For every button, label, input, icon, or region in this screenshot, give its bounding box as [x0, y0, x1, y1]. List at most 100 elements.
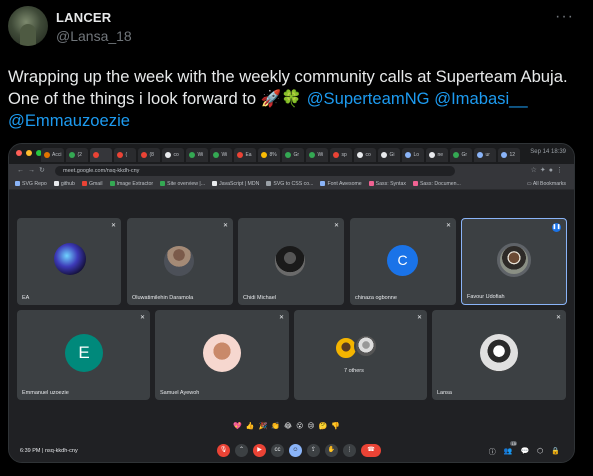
- participant-name: Samuel Ayewoh: [160, 390, 200, 396]
- author-handle[interactable]: @Lansa_18: [56, 28, 132, 44]
- participant-tile-chinaza[interactable]: ✕ C chinaza ogbonne: [350, 218, 456, 305]
- participant-tile-others[interactable]: ✕ 7 others: [294, 310, 427, 400]
- captions-button[interactable]: cc: [271, 444, 284, 457]
- browser-tab[interactable]: co: [162, 148, 185, 162]
- bookmark-item[interactable]: SVG Repo: [15, 181, 47, 187]
- browser-tab[interactable]: Lo: [402, 148, 425, 162]
- info-icon[interactable]: ⓘ: [489, 447, 496, 457]
- tweet-text: Wrapping up the week with the weekly com…: [8, 66, 586, 132]
- browser-tab[interactable]: (8: [138, 148, 161, 162]
- people-icon[interactable]: 👥 15: [504, 441, 518, 457]
- leave-call-button[interactable]: ☎: [361, 444, 381, 457]
- browser-tab[interactable]: Gi: [378, 148, 401, 162]
- bookmark-item[interactable]: JavaScript | MDN: [212, 181, 259, 187]
- participant-tile-favour[interactable]: ❚❚ Favour Udofiah: [461, 218, 567, 305]
- url-field[interactable]: meet.google.com/nsq-kkdh-cny: [55, 166, 455, 176]
- bookmark-icon: [15, 181, 20, 186]
- participant-tile-samuel[interactable]: ✕ Samuel Ayewoh: [155, 310, 289, 400]
- browser-tab[interactable]: Wi: [186, 148, 209, 162]
- forward-icon[interactable]: →: [28, 167, 39, 174]
- browser-tab[interactable]: 12: [498, 148, 521, 162]
- profile-icon[interactable]: ●: [549, 167, 556, 174]
- bookmark-item[interactable]: SVG to CSS co...: [266, 181, 313, 187]
- mic-off-icon: ✕: [222, 223, 228, 229]
- mention-emmauzoezie[interactable]: @Emmauzoezie: [8, 111, 130, 130]
- browser-tab[interactable]: [90, 148, 113, 162]
- bookmark-item[interactable]: Site overview |...: [160, 181, 205, 187]
- browser-tab[interactable]: ne: [426, 148, 449, 162]
- nav-icons: ←→↻: [17, 166, 49, 174]
- mic-toggle-button[interactable]: 🎙: [217, 444, 230, 457]
- browser-tab[interactable]: Ea: [234, 148, 257, 162]
- browser-tab[interactable]: Wi: [306, 148, 329, 162]
- bookmark-label: JavaScript | MDN: [219, 180, 260, 187]
- browser-tab[interactable]: sp: [330, 148, 353, 162]
- bookmark-item[interactable]: Sass: Syntax: [368, 181, 406, 187]
- more-options-icon[interactable]: ···: [555, 8, 574, 26]
- browser-tab[interactable]: Acci: [41, 148, 65, 162]
- tweet-media-image[interactable]: Acci (2((8 co Wi Wi Ea 8% Gr Wi sp co Gi Lo ne Gr ur 12 …: [8, 143, 575, 463]
- present-button[interactable]: ⇪: [307, 444, 320, 457]
- bookmark-label: SVG Repo: [22, 180, 47, 187]
- reaction-emoji-button[interactable]: 😮: [296, 422, 303, 430]
- bookmark-label: Font Awesome: [327, 180, 362, 187]
- browser-tab[interactable]: (2: [66, 148, 89, 162]
- more-options-button[interactable]: ⋮: [343, 444, 356, 457]
- bookmark-item[interactable]: Sass: Documen...: [412, 181, 461, 187]
- reaction-emoji-button[interactable]: 👎: [331, 422, 340, 430]
- reaction-emoji-button[interactable]: 💖: [233, 422, 242, 430]
- bookmark-label: Gmail: [88, 180, 103, 187]
- window-controls: [16, 150, 42, 156]
- browser-tab[interactable]: Gr: [282, 148, 305, 162]
- all-bookmarks-link[interactable]: ▭ All Bookmarks: [527, 181, 566, 187]
- browser-tab[interactable]: (: [114, 148, 137, 162]
- chat-icon[interactable]: 💬: [520, 447, 529, 457]
- lock-icon[interactable]: 🔒: [551, 447, 560, 457]
- raise-hand-button[interactable]: ✋: [325, 444, 338, 457]
- mention-superteamng[interactable]: @SuperteamNG: [307, 89, 430, 108]
- participant-tile-lansa[interactable]: ✕ Lansa: [432, 310, 566, 400]
- browser-tab-strip: Acci (2((8 co Wi Wi Ea 8% Gr Wi sp co Gi Lo ne Gr ur 12 …: [9, 144, 574, 164]
- menu-icon[interactable]: ⋮: [556, 167, 566, 174]
- browser-tab[interactable]: 8%: [258, 148, 281, 162]
- reaction-emoji-button[interactable]: 😂: [284, 422, 292, 430]
- others-count-label: 7 others: [344, 368, 364, 374]
- tab-favicon-icon: [69, 152, 76, 158]
- bookmark-item[interactable]: Font Awesome: [320, 180, 362, 187]
- participant-name: Emmanuel uzoezie: [22, 390, 69, 396]
- author-name[interactable]: LANCER: [56, 10, 111, 25]
- participant-tile-emmanuel[interactable]: ✕ E Emmanuel uzoezie: [17, 310, 150, 400]
- back-icon[interactable]: ←: [17, 167, 28, 174]
- browser-tab[interactable]: ur: [474, 148, 497, 162]
- minimize-window-icon[interactable]: [26, 150, 32, 156]
- camera-toggle-button[interactable]: ▶: [253, 444, 266, 457]
- reaction-emoji-button[interactable]: 🤔: [319, 422, 328, 430]
- browser-tab[interactable]: co: [354, 148, 377, 162]
- bookmark-item[interactable]: Gmail: [81, 180, 103, 187]
- reaction-emoji-button[interactable]: 👏: [271, 422, 280, 430]
- mention-imabasi[interactable]: @Imabasi__: [434, 89, 527, 108]
- browser-tab[interactable]: Gr: [450, 148, 473, 162]
- star-icon[interactable]: ☆: [531, 167, 540, 174]
- bookmark-icon: [368, 181, 374, 186]
- reaction-emoji-button[interactable]: 👍: [246, 422, 255, 430]
- participant-tile-oluwatimilehin[interactable]: ✕ Oluwatimilehin Daramola: [127, 218, 233, 305]
- meet-control-bar: 6:39 PM | nsq-kkdh-cny 🎙 ⌃ ▶ cc ☺ ⇪ ✋ ⋮ …: [9, 438, 574, 462]
- participant-tile-ea[interactable]: ✕ EA: [17, 218, 121, 305]
- browser-tab[interactable]: Wi: [210, 148, 233, 162]
- tweet-emojis: 🚀🍀: [260, 89, 303, 108]
- bookmark-item[interactable]: github: [53, 181, 75, 187]
- activities-icon[interactable]: ⬡: [537, 447, 543, 457]
- participant-tile-chidi[interactable]: ✕ Chidi Michael: [238, 218, 344, 305]
- close-window-icon[interactable]: [16, 150, 22, 156]
- mic-off-icon: ✕: [110, 223, 116, 229]
- mic-options-button[interactable]: ⌃: [235, 444, 248, 457]
- bookmark-item[interactable]: Image Extractor: [109, 181, 153, 187]
- reactions-button[interactable]: ☺: [289, 444, 302, 457]
- reload-icon[interactable]: ↻: [39, 167, 49, 174]
- reaction-emoji-button[interactable]: 🎉: [258, 422, 267, 430]
- mic-off-icon: ✕: [555, 315, 561, 321]
- reaction-emoji-button[interactable]: 😢: [307, 422, 314, 430]
- author-avatar[interactable]: [8, 6, 48, 46]
- extensions-icon[interactable]: ✦: [540, 167, 549, 174]
